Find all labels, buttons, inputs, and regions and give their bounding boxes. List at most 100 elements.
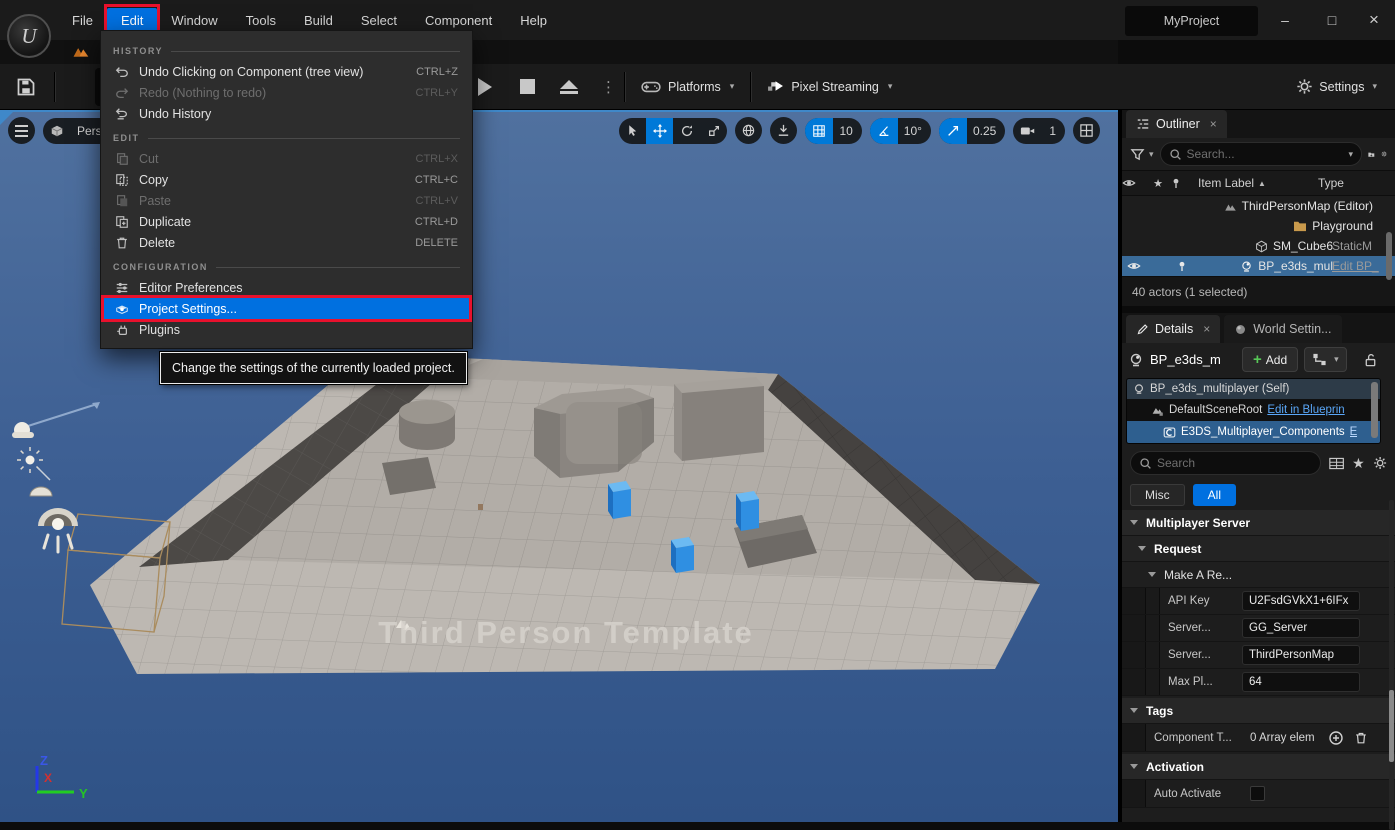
world-local-toggle[interactable] bbox=[735, 117, 762, 144]
save-button[interactable] bbox=[8, 70, 44, 104]
pawn-icon bbox=[1133, 383, 1145, 395]
filter-misc-button[interactable]: Misc bbox=[1130, 484, 1185, 506]
lock-open-icon[interactable] bbox=[1363, 352, 1378, 368]
menu-item-copy[interactable]: Copy CTRL+C bbox=[101, 169, 472, 190]
close-button[interactable]: × bbox=[1352, 0, 1395, 40]
menu-edit[interactable]: Edit bbox=[107, 8, 157, 33]
component-row-scene-root[interactable]: DefaultSceneRoot Edit in Blueprin bbox=[1127, 399, 1380, 421]
edit-link[interactable]: E bbox=[1350, 426, 1358, 438]
api-key-field[interactable] bbox=[1242, 591, 1360, 611]
panel-splitter[interactable] bbox=[1122, 306, 1395, 313]
section-request[interactable]: Request bbox=[1122, 536, 1395, 562]
section-multiplayer-server[interactable]: Multiplayer Server bbox=[1122, 510, 1395, 536]
section-activation[interactable]: Activation bbox=[1122, 754, 1395, 780]
platforms-dropdown[interactable]: Platforms ▾ bbox=[625, 79, 750, 95]
rotate-tool-button[interactable] bbox=[673, 118, 700, 144]
menu-item-duplicate[interactable]: Duplicate CTRL+D bbox=[101, 211, 472, 232]
menu-item-plugins[interactable]: Plugins bbox=[101, 319, 472, 340]
eject-button[interactable] bbox=[551, 70, 587, 104]
select-tool-button[interactable] bbox=[619, 118, 646, 144]
outliner-search-input[interactable] bbox=[1187, 147, 1342, 161]
filter-all-button[interactable]: All bbox=[1193, 484, 1236, 506]
visibility-column-eye-icon[interactable] bbox=[1122, 176, 1146, 190]
menu-build[interactable]: Build bbox=[290, 8, 347, 33]
add-element-icon[interactable] bbox=[1328, 730, 1344, 746]
angle-snap-control[interactable]: 10° bbox=[870, 118, 931, 144]
section-make-a-request[interactable]: Make A Re... bbox=[1122, 562, 1395, 588]
pin-column-icon[interactable] bbox=[1170, 177, 1194, 190]
minimize-button[interactable]: – bbox=[1263, 0, 1307, 40]
outliner-row-playground[interactable]: Playground bbox=[1122, 216, 1395, 236]
details-icon bbox=[1136, 323, 1149, 336]
menu-window[interactable]: Window bbox=[157, 8, 231, 33]
pin-icon[interactable] bbox=[1170, 260, 1194, 273]
menu-component[interactable]: Component bbox=[411, 8, 506, 33]
maximize-button[interactable]: □ bbox=[1310, 0, 1354, 40]
outliner-row-thirdpersonmap[interactable]: ThirdPersonMap (Editor) bbox=[1122, 196, 1395, 216]
menu-item-delete[interactable]: Delete DELETE bbox=[101, 232, 472, 253]
move-tool-button[interactable] bbox=[646, 118, 673, 144]
display-options-icon[interactable] bbox=[1329, 456, 1344, 471]
details-settings-gear-icon[interactable] bbox=[1373, 455, 1387, 471]
tab-outliner[interactable]: Outliner × bbox=[1126, 110, 1227, 138]
menu-help[interactable]: Help bbox=[506, 8, 561, 33]
type-column-header[interactable]: Type bbox=[1318, 176, 1344, 190]
item-label-column-header[interactable]: Item Label bbox=[1198, 176, 1254, 190]
add-component-button[interactable]: + Add bbox=[1242, 347, 1298, 372]
details-search-input[interactable] bbox=[1157, 456, 1312, 470]
star-column-icon[interactable]: ★ bbox=[1146, 177, 1170, 190]
menu-item-cut[interactable]: Cut CTRL+X bbox=[101, 148, 472, 169]
filter-button[interactable]: ▾ bbox=[1130, 147, 1154, 162]
outliner-settings-gear-icon[interactable] bbox=[1381, 146, 1387, 162]
menu-item-undo-history[interactable]: Undo History bbox=[101, 103, 472, 124]
server-map-field[interactable] bbox=[1242, 645, 1360, 665]
section-tags[interactable]: Tags bbox=[1122, 698, 1395, 724]
menu-item-editor-preferences[interactable]: Editor Preferences bbox=[101, 277, 472, 298]
scale-snap-control[interactable]: 0.25 bbox=[939, 118, 1005, 144]
component-row-e3ds-multiplayer[interactable]: E3DS_Multiplayer_Components E bbox=[1127, 421, 1380, 443]
svg-text:Y: Y bbox=[79, 786, 88, 801]
trash-icon[interactable] bbox=[1354, 730, 1368, 746]
details-scrollbar-track[interactable] bbox=[1389, 500, 1394, 830]
outliner-row-smcube6[interactable]: SM_Cube6 StaticM bbox=[1122, 236, 1395, 256]
component-row-self[interactable]: BP_e3ds_multiplayer (Self) bbox=[1127, 379, 1380, 399]
max-players-field[interactable] bbox=[1242, 672, 1360, 692]
close-icon[interactable]: × bbox=[1203, 322, 1210, 336]
play-options-button[interactable]: ⋮ bbox=[593, 78, 624, 96]
tab-world-settings[interactable]: World Settin... bbox=[1224, 315, 1341, 343]
outliner-row-bp-e3ds-selected[interactable]: BP_e3ds_mul Edit BP_ bbox=[1122, 256, 1395, 276]
favorites-star-icon[interactable]: ★ bbox=[1352, 455, 1365, 472]
menu-item-redo[interactable]: Redo (Nothing to redo) CTRL+Y bbox=[101, 82, 472, 103]
surface-snapping-button[interactable] bbox=[770, 117, 797, 144]
component-scrollbar[interactable] bbox=[1371, 382, 1378, 438]
edit-bp-link[interactable]: Edit BP_ bbox=[1332, 259, 1388, 273]
eye-icon[interactable] bbox=[1122, 259, 1146, 273]
menu-item-undo[interactable]: Undo Clicking on Component (tree view) C… bbox=[101, 61, 472, 82]
settings-dropdown[interactable]: Settings ▾ bbox=[1296, 78, 1395, 95]
menu-tools[interactable]: Tools bbox=[232, 8, 290, 33]
close-icon[interactable]: × bbox=[1210, 117, 1217, 131]
unreal-logo-icon[interactable]: U bbox=[7, 14, 51, 58]
stop-button[interactable] bbox=[509, 70, 545, 104]
outliner-search[interactable]: ▾ bbox=[1160, 142, 1363, 166]
menu-file[interactable]: File bbox=[58, 8, 107, 33]
tab-details[interactable]: Details × bbox=[1126, 315, 1220, 343]
viewport-layout-button[interactable] bbox=[1073, 117, 1100, 144]
blueprint-edit-button[interactable]: ▾ bbox=[1304, 347, 1347, 372]
outliner-scrollbar[interactable] bbox=[1386, 232, 1392, 280]
menu-item-paste[interactable]: Paste CTRL+V bbox=[101, 190, 472, 211]
edit-in-blueprint-link[interactable]: Edit in Blueprin bbox=[1267, 404, 1344, 416]
panel-divider[interactable] bbox=[1118, 110, 1120, 822]
auto-activate-checkbox[interactable] bbox=[1250, 786, 1265, 801]
menu-item-project-settings[interactable]: Project Settings... bbox=[101, 298, 472, 319]
pixel-streaming-dropdown[interactable]: Pixel Streaming ▾ bbox=[751, 78, 908, 95]
details-search[interactable] bbox=[1130, 451, 1321, 475]
menu-select[interactable]: Select bbox=[347, 8, 411, 33]
viewport-menu-button[interactable] bbox=[8, 117, 35, 144]
camera-speed-control[interactable]: 1 bbox=[1013, 118, 1065, 144]
grid-snap-control[interactable]: 10 bbox=[805, 118, 861, 144]
add-folder-icon[interactable] bbox=[1368, 147, 1375, 162]
server-name-field[interactable] bbox=[1242, 618, 1360, 638]
scale-tool-button[interactable] bbox=[700, 118, 727, 144]
details-scrollbar-thumb[interactable] bbox=[1389, 690, 1394, 762]
